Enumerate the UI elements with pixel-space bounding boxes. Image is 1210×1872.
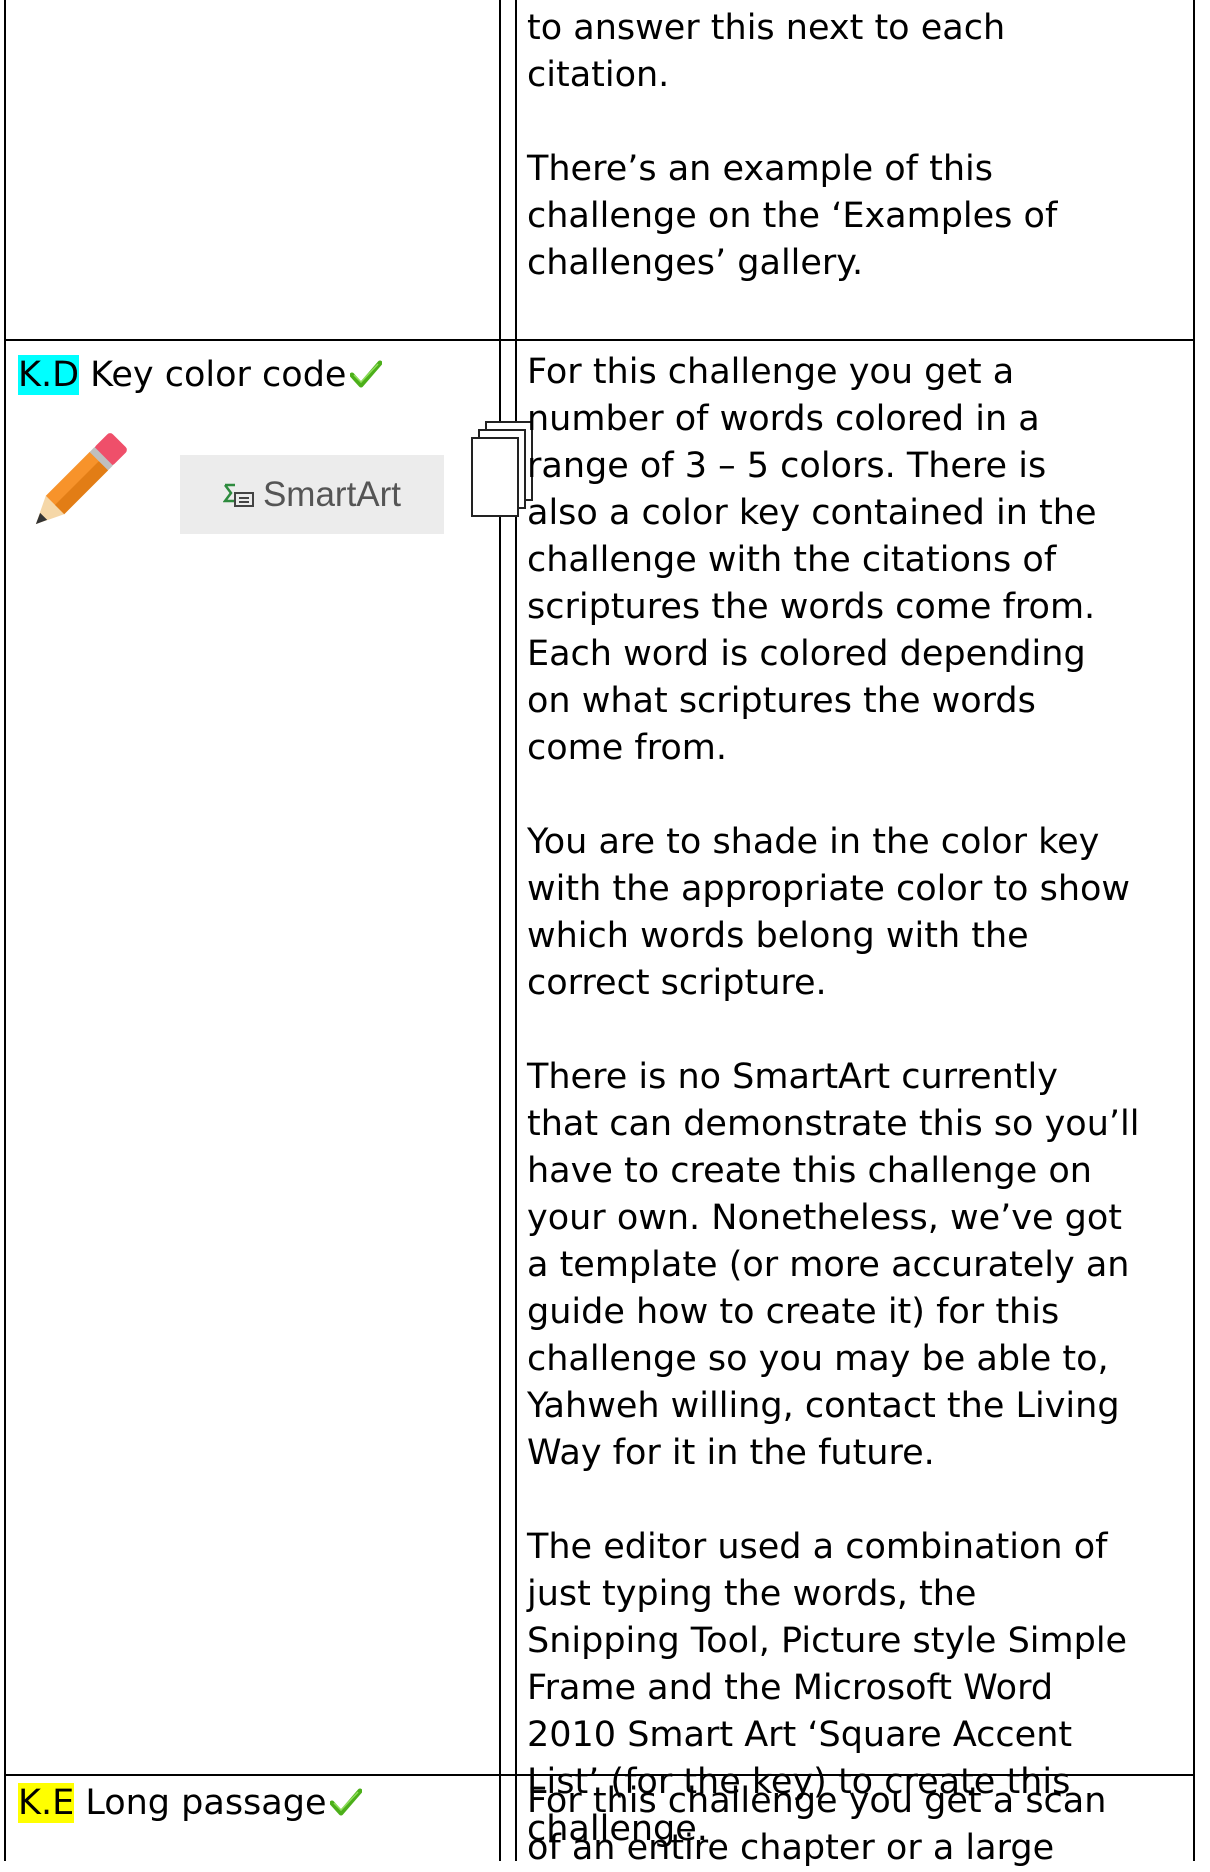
kd-p3-l4: your own. Nonetheless, we’ve got [527,1198,1123,1238]
row1-line-4: challenge on the ‘Examples of [527,196,1058,236]
kd-p1-l5: challenge with the citations of [527,540,1057,580]
kd-p3-l9: Way for it in the future. [527,1433,935,1473]
ke-line-1: For this challenge you get a scan [527,1781,1107,1821]
kd-p4-l4: Frame and the Microsoft Word [527,1668,1054,1708]
kd-p4-l2: just typing the words, the [527,1574,977,1614]
kd-p1-l6: scriptures the words come from. [527,587,1096,627]
check-icon [349,354,383,401]
kd-p4-l1: The editor used a combination of [527,1527,1108,1567]
ke-code: K.E [18,1783,75,1823]
ke-line-2: of an entire chapter or a large [527,1828,1055,1868]
kd-p1-l1: For this challenge you get a [527,352,1015,392]
row1-line-5: challenges’ gallery. [527,243,864,283]
row1-line-3: There’s an example of this [527,149,993,189]
kd-p1-l2: number of words colored in a [527,399,1040,439]
kd-p2-l3: which words belong with the [527,916,1029,956]
table-border-left [4,0,6,1861]
kd-p1-l8: on what scriptures the words [527,681,1036,721]
row1-line-1: to answer this next to each [527,8,1006,48]
kd-p1-l3: range of 3 – 5 colors. There is [527,446,1047,486]
kd-p1-l4: also a color key contained in the [527,493,1097,533]
table-border-middle-left [499,0,501,1861]
ke-title: Long passage [74,1783,327,1823]
kd-title: Key color code [79,355,347,395]
check-icon [329,1782,363,1829]
smartart-icon [222,483,254,507]
smartart-label: SmartArt [262,474,402,514]
kd-p3-l1: There is no SmartArt currently [527,1057,1058,1097]
kd-description: For this challenge you get a number of w… [527,349,1187,1853]
kd-p3-l7: challenge so you may be able to, [527,1339,1109,1379]
kd-p2-l4: correct scripture. [527,963,827,1003]
row1-description: to answer this next to each citation. Th… [527,5,1177,287]
row1-line-2: citation. [527,55,670,95]
pencil-icon [30,430,128,532]
kd-p3-l3: have to create this challenge on [527,1151,1092,1191]
kd-p3-l5: a template (or more accurately an [527,1245,1130,1285]
kd-code: K.D [18,355,80,395]
kd-p1-l7: Each word is colored depending [527,634,1086,674]
row-divider-1 [4,339,1195,341]
smartart-image: SmartArt [180,455,444,534]
kd-p2-l2: with the appropriate color to show [527,869,1131,909]
table-border-right [1193,0,1195,1861]
ke-heading: K.E Long passage [18,1780,488,1829]
kd-heading: K.D Key color code [18,352,488,401]
kd-p2-l1: You are to shade in the color key [527,822,1100,862]
kd-p3-l8: Yahweh willing, contact the Living [527,1386,1120,1426]
kd-p3-l6: guide how to create it) for this [527,1292,1060,1332]
table-border-middle-right [515,0,517,1861]
kd-p3-l2: that can demonstrate this so you’ll [527,1104,1140,1144]
kd-p1-l9: come from. [527,728,727,768]
kd-p4-l3: Snipping Tool, Picture style Simple [527,1621,1128,1661]
kd-p4-l5: 2010 Smart Art ‘Square Accent [527,1715,1073,1755]
ke-description: For this challenge you get a scan of an … [527,1778,1187,1872]
